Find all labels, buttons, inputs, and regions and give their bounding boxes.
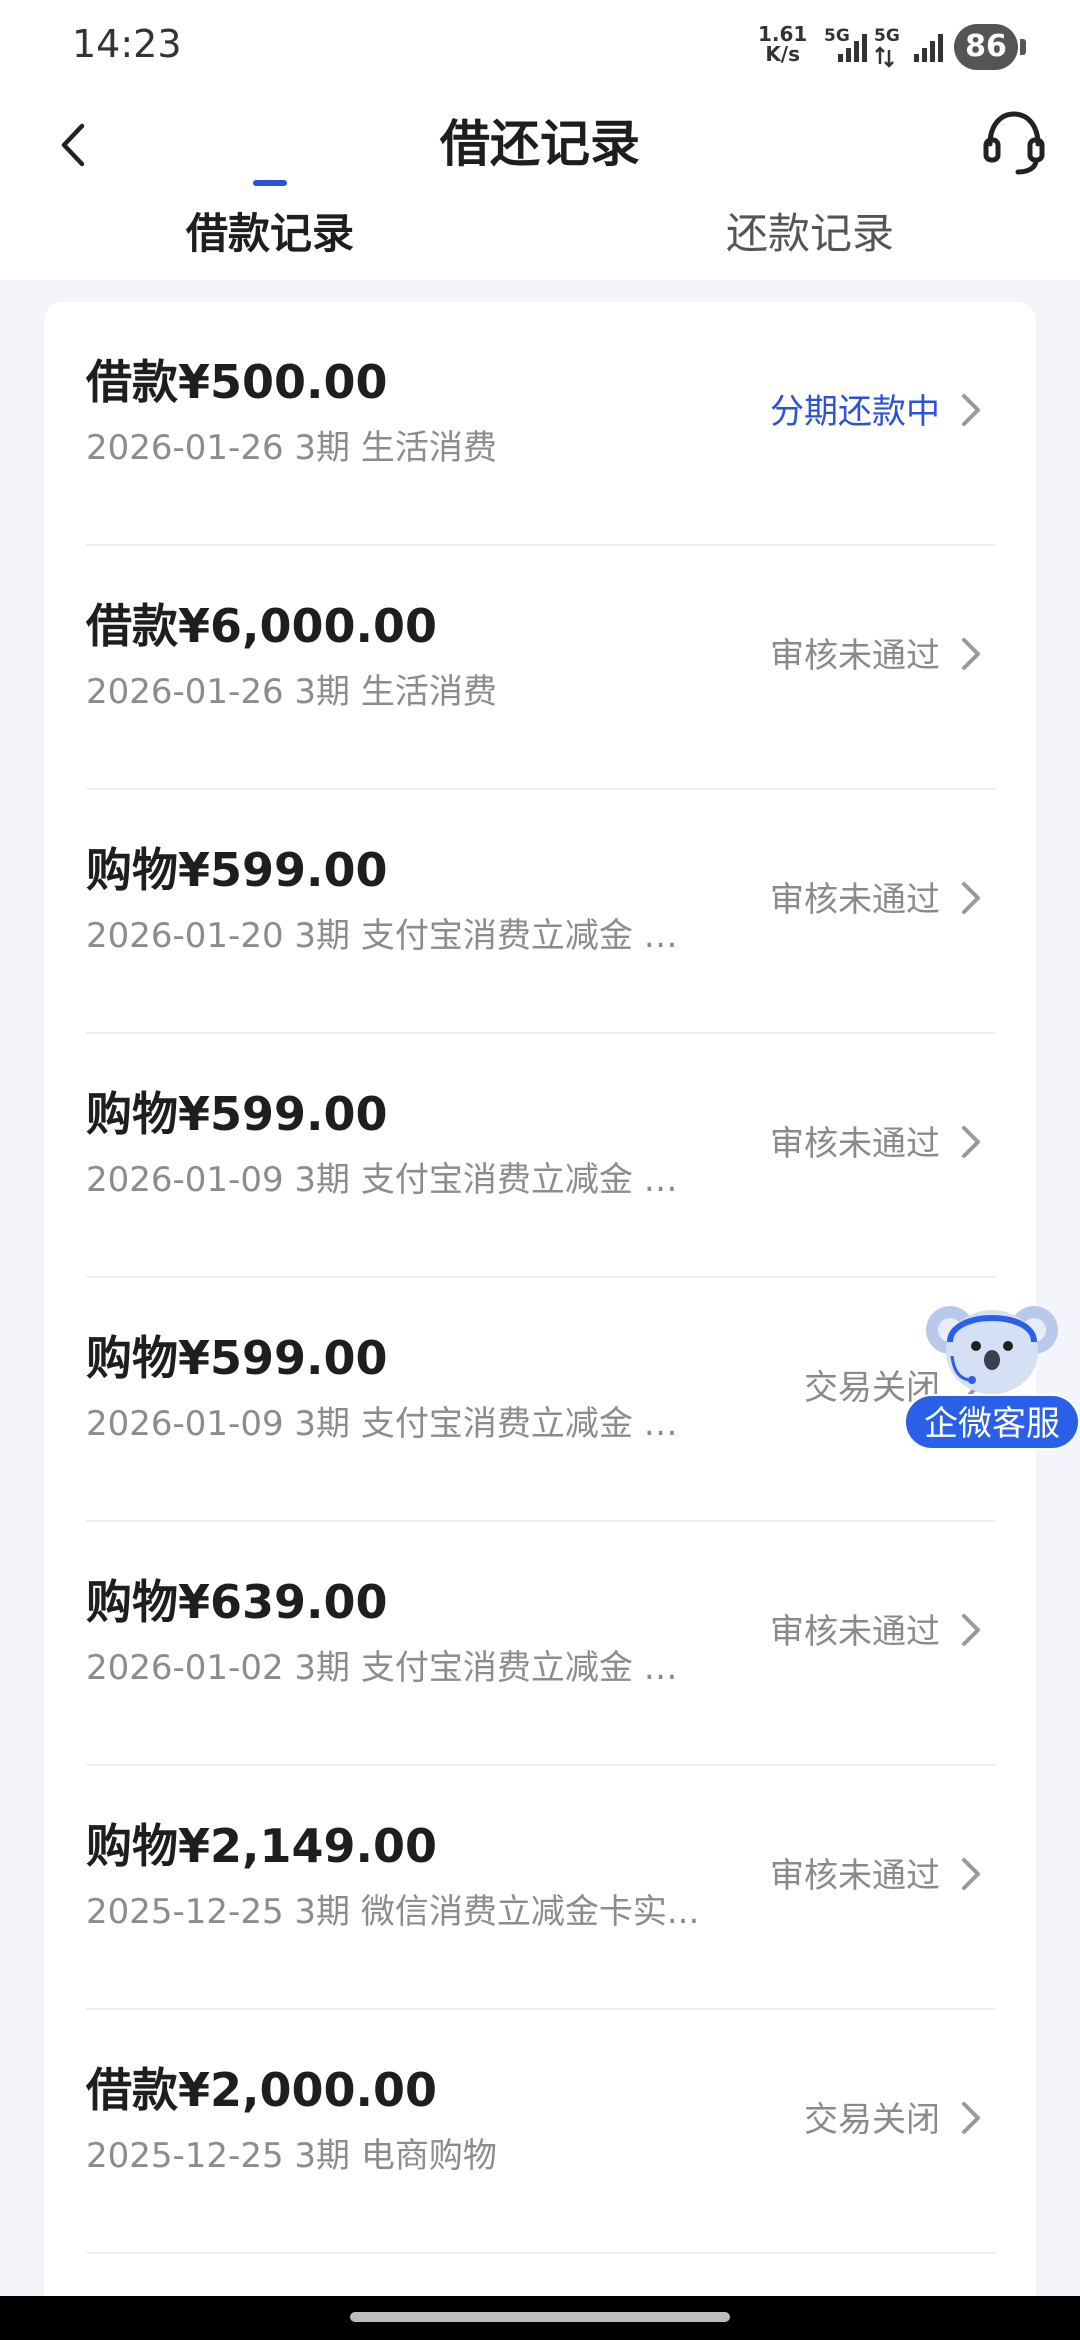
records-list: 借款¥500.00 2026-01-26 3期 生活消费 分期还款中 借款¥6,…	[44, 302, 1036, 2340]
net-speed: 1.61 K/s	[758, 24, 807, 64]
floating-service-label: 企微客服	[904, 1394, 1080, 1450]
record-amount: 购物¥599.00	[86, 1087, 388, 1141]
headset-icon[interactable]	[982, 106, 1046, 178]
record-amount: 借款¥2,000.00	[86, 2063, 437, 2117]
record-detail: 2026-01-20 3期 支付宝消费立减金 消...	[86, 916, 706, 956]
chevron-right-icon	[962, 1858, 980, 1890]
record-item[interactable]: 购物¥599.00 2026-01-09 3期 支付宝消费立减金 消... 审核…	[86, 1034, 996, 1278]
tab-borrow-records[interactable]: 借款记录	[120, 200, 420, 261]
net-speed-unit: K/s	[765, 42, 801, 66]
record-amount: 购物¥639.00	[86, 1575, 388, 1629]
record-status: 审核未通过	[770, 1856, 940, 1896]
home-indicator[interactable]	[350, 2312, 730, 2322]
record-detail: 2026-01-09 3期 支付宝消费立减金 消...	[86, 1160, 706, 1200]
tab-repay-records[interactable]: 还款记录	[660, 200, 960, 261]
record-item[interactable]: 购物¥599.00 2026-01-20 3期 支付宝消费立减金 消... 审核…	[86, 790, 996, 1034]
chevron-right-icon	[962, 394, 980, 426]
record-status: 审核未通过	[770, 636, 940, 676]
record-amount: 购物¥599.00	[86, 843, 388, 897]
record-item[interactable]: 购物¥2,149.00 2025-12-25 3期 微信消费立减金卡实... 审…	[86, 1766, 996, 2010]
record-status: 审核未通过	[770, 1124, 940, 1164]
koala-mascot-icon	[926, 1306, 1058, 1394]
record-item[interactable]: 借款¥6,000.00 2026-01-26 3期 生活消费 审核未通过	[86, 546, 996, 790]
record-status: 交易关闭	[804, 2100, 940, 2140]
active-tab-indicator	[253, 180, 287, 186]
signal-strength-icon	[838, 34, 867, 62]
sim2-label: 5G	[874, 26, 900, 46]
record-detail: 2026-01-26 3期 生活消费	[86, 672, 497, 712]
chevron-right-icon	[962, 882, 980, 914]
record-item[interactable]: 购物¥639.00 2026-01-02 3期 支付宝消费立减金 消... 审核…	[86, 1522, 996, 1766]
floating-service-button[interactable]: 企微客服	[900, 1296, 1080, 1456]
header: 借还记录 借款记录 还款记录	[0, 90, 1080, 280]
record-detail: 2025-12-25 3期 电商购物	[86, 2136, 497, 2176]
chevron-right-icon	[962, 1614, 980, 1646]
signal-strength-icon-2	[914, 34, 943, 62]
record-detail: 2026-01-09 3期 支付宝消费立减金 消...	[86, 1404, 706, 1444]
page-title: 借还记录	[440, 115, 640, 173]
record-item[interactable]: 借款¥2,000.00 2025-12-25 3期 电商购物 交易关闭	[86, 2010, 996, 2254]
record-amount: 购物¥599.00	[86, 1331, 388, 1385]
record-amount: 借款¥6,000.00	[86, 599, 437, 653]
record-detail: 2025-12-25 3期 微信消费立减金卡实...	[86, 1892, 700, 1932]
chevron-right-icon	[962, 2102, 980, 2134]
net-speed-value: 1.61	[758, 22, 808, 46]
record-amount: 借款¥500.00	[86, 355, 388, 409]
record-item[interactable]: 借款¥500.00 2026-01-26 3期 生活消费 分期还款中	[86, 302, 996, 546]
record-detail: 2026-01-26 3期 生活消费	[86, 428, 497, 468]
status-time: 14:23	[72, 22, 182, 66]
tab-bar: 借款记录 还款记录	[0, 200, 1080, 280]
record-status: 分期还款中	[770, 392, 940, 432]
data-transfer-icon	[875, 46, 894, 68]
battery-indicator: 86	[954, 24, 1026, 70]
chevron-right-icon	[962, 1126, 980, 1158]
record-status: 审核未通过	[770, 880, 940, 920]
page: 14:23 1.61 K/s 5G 5G 86 借还记录 借款记录 还款记录 借…	[0, 0, 1080, 2340]
status-bar: 14:23 1.61 K/s 5G 5G 86	[0, 0, 1080, 90]
system-nav-bar	[0, 2296, 1080, 2340]
record-item[interactable]: 购物¥599.00 2026-01-09 3期 支付宝消费立减金 消... 交易…	[86, 1278, 996, 1522]
record-amount: 购物¥2,149.00	[86, 1819, 437, 1873]
record-detail: 2026-01-02 3期 支付宝消费立减金 消...	[86, 1648, 706, 1688]
chevron-right-icon	[962, 638, 980, 670]
record-status: 审核未通过	[770, 1612, 940, 1652]
